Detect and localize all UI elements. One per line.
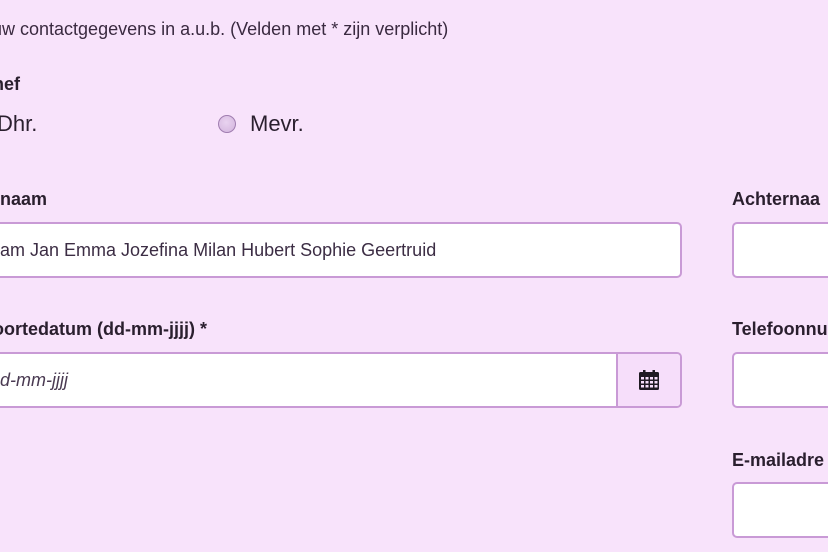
radio-option-dhr[interactable]: Dhr.	[0, 110, 37, 138]
last-name-input[interactable]	[732, 222, 828, 278]
salutation-label: hef	[0, 74, 20, 94]
first-names-value: am Jan Emma Jozefina Milan Hubert Sophie…	[0, 239, 437, 260]
email-label: E-mailadre	[732, 450, 825, 470]
last-name-label: Achternaa	[732, 189, 821, 209]
birth-date-input[interactable]: d-mm-jjjj	[0, 352, 682, 408]
calendar-icon	[639, 370, 659, 390]
radio-button-mevr[interactable]	[218, 115, 236, 133]
calendar-button[interactable]	[616, 354, 680, 406]
first-names-label: rnaam	[0, 189, 48, 209]
first-names-input[interactable]: am Jan Emma Jozefina Milan Hubert Sophie…	[0, 222, 682, 278]
radio-label-dhr: Dhr.	[0, 111, 38, 136]
birth-date-label: oortedatum (dd-mm-jjjj) *	[0, 319, 207, 339]
radio-label-mevr: Mevr.	[250, 111, 304, 136]
form-instructions: uw contactgegevens in a.u.b. (Velden met…	[0, 19, 449, 39]
birth-date-placeholder: d-mm-jjjj	[0, 369, 68, 390]
phone-input[interactable]	[732, 352, 828, 408]
email-input[interactable]	[732, 482, 828, 538]
phone-label: Telefoonnu	[732, 319, 828, 339]
radio-option-mevr[interactable]: Mevr.	[218, 110, 304, 138]
